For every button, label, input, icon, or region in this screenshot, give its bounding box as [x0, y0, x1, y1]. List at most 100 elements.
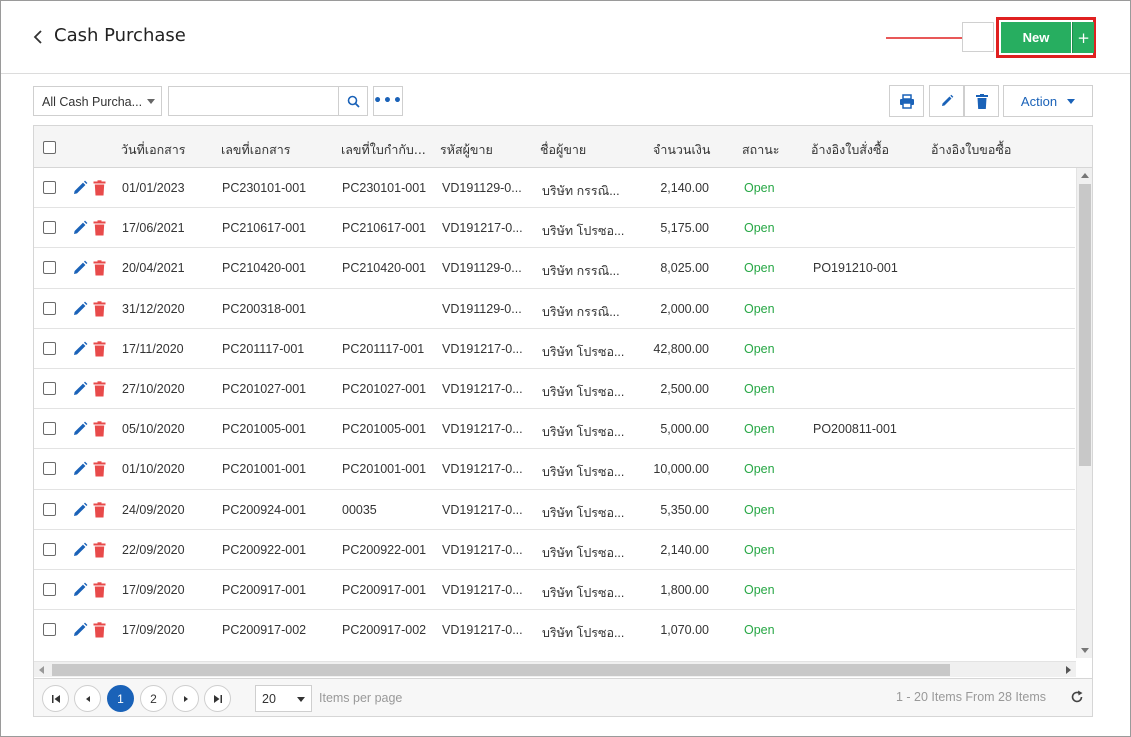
column-header[interactable]: สถานะ	[742, 140, 779, 160]
edit-icon[interactable]	[72, 301, 88, 317]
search-button[interactable]	[338, 86, 368, 116]
cell-vendor-code: VD191217-0...	[442, 422, 523, 437]
column-header[interactable]: รหัสผู้ขาย	[440, 140, 493, 160]
row-checkbox[interactable]	[43, 382, 56, 395]
column-header[interactable]: จำนวนเงิน	[653, 140, 710, 160]
vertical-scroll-thumb[interactable]	[1079, 184, 1091, 466]
delete-button[interactable]	[964, 85, 999, 117]
column-header[interactable]: ชื่อผู้ขาย	[540, 140, 586, 160]
trash-icon[interactable]	[93, 501, 106, 518]
row-checkbox[interactable]	[43, 261, 56, 275]
caret-down-icon	[147, 99, 155, 104]
refresh-icon[interactable]	[1070, 690, 1084, 704]
edit-icon[interactable]	[72, 622, 88, 638]
row-checkbox[interactable]	[43, 462, 56, 476]
column-header[interactable]: อ้างอิงใบสั่งซื้อ	[811, 140, 889, 160]
scroll-down-icon[interactable]	[1081, 648, 1089, 653]
edit-icon[interactable]	[72, 180, 88, 196]
cell-vendor-code: VD191217-0...	[442, 341, 523, 356]
print-button[interactable]	[889, 85, 924, 117]
table-row[interactable]: 01/01/2023 PC230101-001 PC230101-001 VD1911…	[34, 168, 1075, 209]
trash-icon[interactable]	[93, 542, 106, 558]
trash-icon[interactable]	[93, 220, 106, 236]
cell-status: Open	[744, 502, 775, 517]
cell-doc-no: PC201117-001	[222, 341, 305, 356]
edit-icon[interactable]	[72, 421, 88, 437]
table-row[interactable]: 27/10/2020 PC201027-001 PC201027-001 VD1912…	[34, 369, 1075, 410]
cell-vendor-name: บริษัท โปรซอ...	[542, 545, 625, 560]
table-row[interactable]: 05/10/2020 PC201005-001 PC201005-001 VD1912…	[34, 409, 1075, 450]
row-checkbox[interactable]	[43, 542, 56, 556]
cell-vendor-name: บริษัท โปรซอ...	[542, 465, 625, 480]
new-dropdown-plus-button[interactable]: +	[1072, 22, 1094, 53]
row-checkbox[interactable]	[43, 181, 56, 194]
scroll-right-icon[interactable]	[1066, 666, 1071, 674]
page-button[interactable]: 2	[140, 685, 167, 712]
edit-icon[interactable]	[72, 260, 88, 276]
scroll-up-icon[interactable]	[1081, 173, 1089, 178]
cell-tax-inv: PC210617-001	[342, 221, 427, 236]
trash-icon[interactable]	[93, 622, 106, 638]
trash-icon[interactable]	[93, 381, 106, 397]
column-header[interactable]: เลขที่เอกสาร	[221, 140, 290, 160]
column-header[interactable]: เลขที่ใบกำกับ...	[341, 140, 426, 160]
filter-select[interactable]: All Cash Purcha...	[33, 86, 162, 116]
edit-icon[interactable]	[72, 220, 88, 236]
table-row[interactable]: 17/09/2020 PC200917-002 PC200917-002 VD1912…	[34, 610, 1075, 649]
horizontal-scroll-thumb[interactable]	[52, 664, 950, 676]
edit-icon[interactable]	[72, 381, 88, 397]
search-input[interactable]	[168, 86, 339, 116]
row-checkbox[interactable]	[43, 583, 56, 596]
prev-page-button[interactable]	[74, 685, 101, 712]
table-row[interactable]: 17/06/2021 PC210617-001 PC210617-001 VD1912…	[34, 208, 1075, 249]
table-row[interactable]: 24/09/2020 PC200924-001 00035 VD191217-0...…	[34, 490, 1075, 530]
column-header[interactable]: อ้างอิงใบขอซื้อ	[931, 140, 1011, 160]
cell-date: 01/01/2023	[122, 181, 185, 195]
edit-icon[interactable]	[72, 502, 88, 518]
blank-button[interactable]	[962, 22, 994, 52]
new-button[interactable]: New	[1001, 22, 1071, 53]
vertical-scrollbar[interactable]	[1076, 168, 1092, 658]
row-checkbox[interactable]	[43, 341, 56, 355]
edit-button[interactable]	[929, 85, 964, 117]
table-row[interactable]: 20/04/2021 PC210420-001 PC210420-001 VD1911…	[34, 248, 1075, 289]
table-row[interactable]: 22/09/2020 PC200922-001 PC200922-001 VD1912…	[34, 530, 1075, 570]
page-size-select[interactable]: 20	[255, 685, 312, 712]
edit-icon[interactable]	[72, 542, 88, 558]
more-icon: •••	[373, 93, 403, 109]
trash-icon[interactable]	[93, 421, 106, 437]
back-chevron-icon[interactable]	[31, 28, 47, 46]
select-all-checkbox[interactable]	[43, 141, 56, 154]
last-page-button[interactable]	[204, 685, 231, 712]
trash-icon[interactable]	[93, 300, 106, 317]
edit-icon[interactable]	[72, 461, 88, 477]
next-page-button[interactable]	[172, 685, 199, 712]
first-page-button[interactable]	[42, 685, 69, 712]
cell-po-ref: PO191210-001	[813, 261, 898, 276]
edit-icon[interactable]	[72, 341, 88, 357]
action-dropdown[interactable]: Action	[1003, 85, 1093, 117]
trash-icon[interactable]	[93, 260, 106, 276]
trash-icon[interactable]	[93, 461, 106, 477]
table-row[interactable]: 31/12/2020 PC200318-001 VD191129-0... บริษั…	[34, 289, 1075, 329]
cell-doc-no: PC200318-001	[222, 301, 307, 316]
scroll-left-icon[interactable]	[39, 666, 44, 674]
table-row[interactable]: 01/10/2020 PC201001-001 PC201001-001 VD1912…	[34, 449, 1075, 490]
toolbar: All Cash Purcha... ••• Action	[33, 85, 1093, 117]
row-checkbox[interactable]	[43, 623, 56, 637]
row-checkbox[interactable]	[43, 221, 56, 235]
page-button[interactable]: 1	[107, 685, 134, 712]
table-row[interactable]: 17/09/2020 PC200917-001 PC200917-001 VD1912…	[34, 570, 1075, 611]
column-header[interactable]: วันที่เอกสาร	[121, 140, 186, 160]
row-checkbox[interactable]	[43, 422, 56, 436]
more-options-button[interactable]: •••	[373, 86, 403, 116]
row-checkbox[interactable]	[43, 502, 56, 516]
edit-icon[interactable]	[72, 582, 88, 598]
trash-icon[interactable]	[93, 180, 106, 196]
trash-icon[interactable]	[93, 341, 106, 357]
trash-icon[interactable]	[93, 582, 106, 598]
horizontal-scrollbar[interactable]	[34, 661, 1076, 677]
row-checkbox[interactable]	[43, 301, 56, 315]
cell-amount: 5,175.00	[660, 221, 709, 236]
table-row[interactable]: 17/11/2020 PC201117-001 PC201117-001 VD1912…	[34, 329, 1075, 369]
